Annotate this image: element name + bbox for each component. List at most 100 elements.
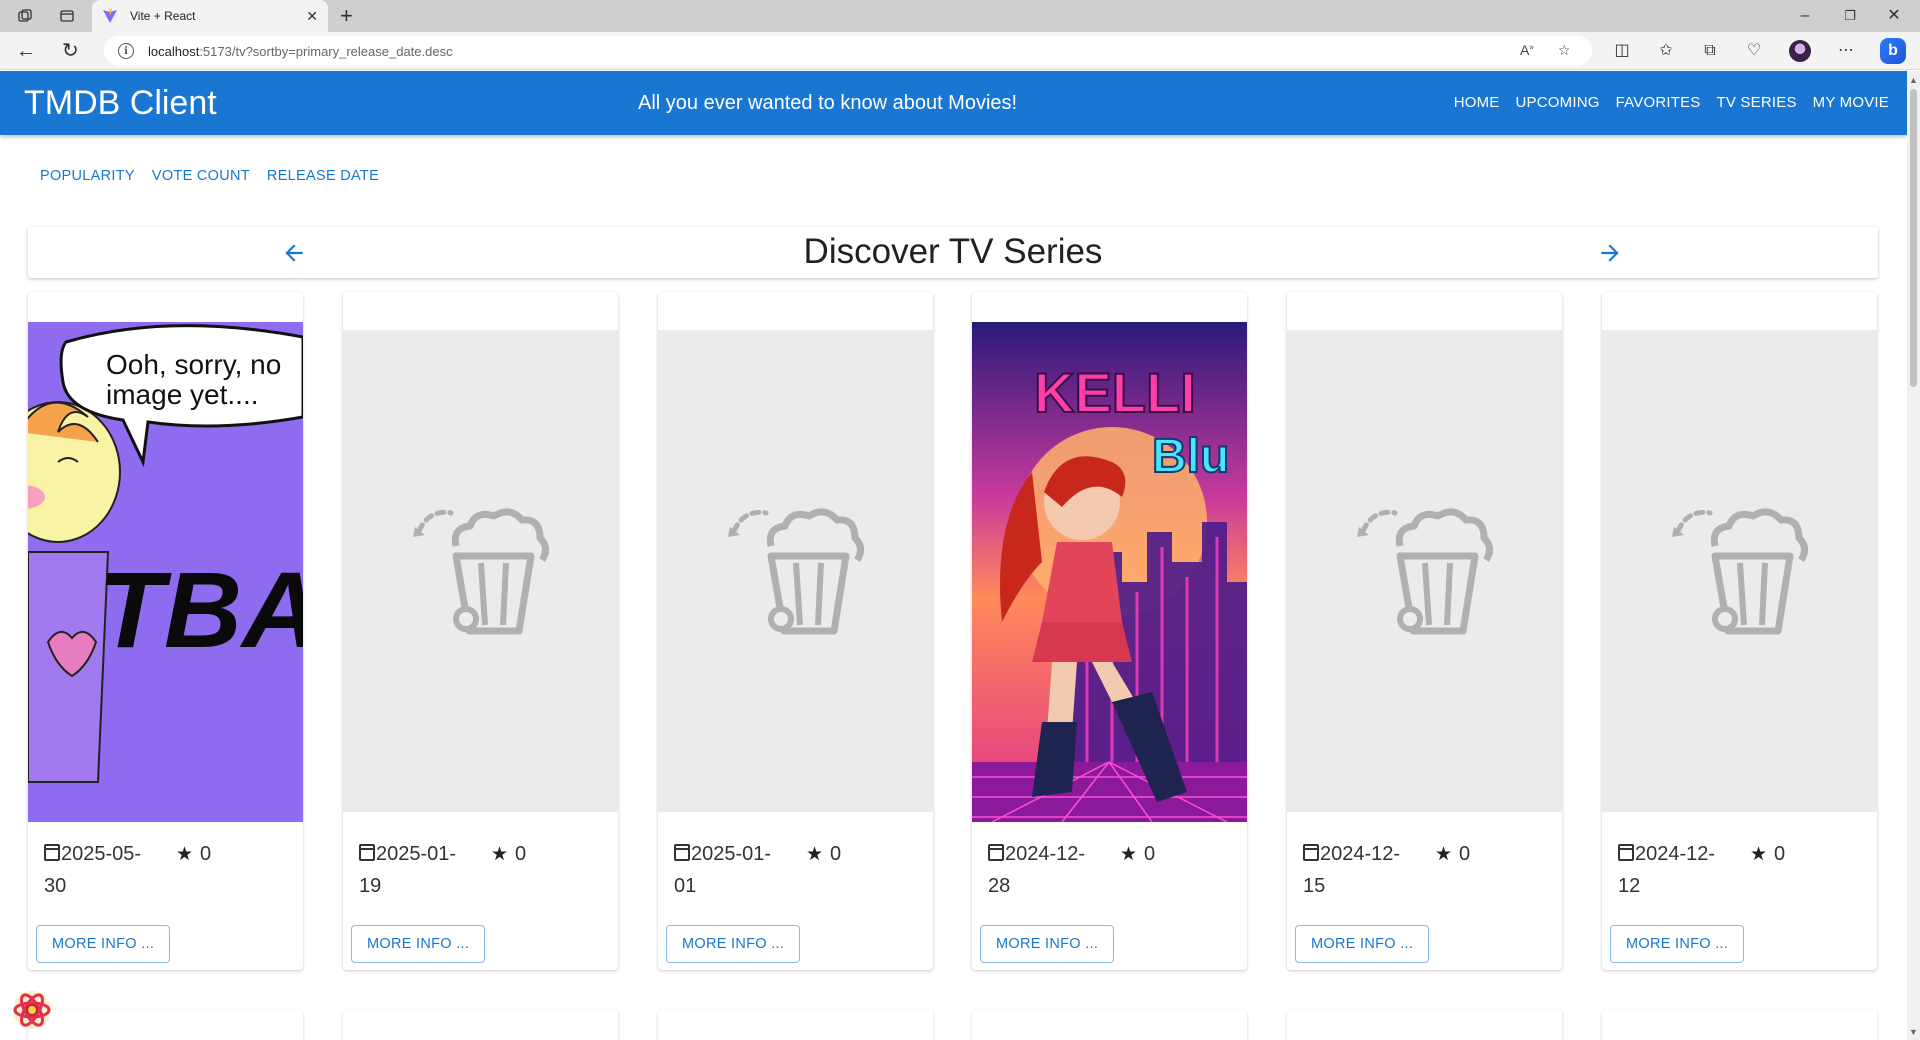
poster-title-blu: Blu (1152, 430, 1229, 483)
tv-card-partial (343, 1010, 618, 1040)
nav-my-movie[interactable]: MY MOVIE (1813, 93, 1889, 113)
forward-arrow-icon (1601, 244, 1619, 262)
collections-icon[interactable]: ⧉ (1700, 42, 1720, 60)
more-info-button[interactable]: MORE INFO ... (980, 925, 1115, 963)
page-scrollbar[interactable]: ▲ ▼ (1907, 71, 1920, 1040)
url-host: localhost (148, 43, 200, 59)
poster-tba: TBA (98, 549, 303, 670)
site-info-icon[interactable]: i (118, 43, 134, 59)
sort-options: POPULARITY VOTE COUNT RELEASE DATE (40, 167, 379, 185)
vote-rating: ★ 0 (1120, 843, 1156, 865)
poster-no-image-yet: Ooh, sorry, no image yet.... TBA (28, 322, 303, 822)
poster-kelli-blu: KELLI Blu (972, 322, 1247, 822)
calendar-icon (44, 844, 60, 861)
nav-favorites[interactable]: FAVORITES (1616, 93, 1701, 113)
reload-icon[interactable]: ↻ (62, 40, 79, 62)
tv-card: 2024-12- 12 ★ 0 MORE INFO ... (1602, 292, 1877, 970)
scroll-up-icon[interactable]: ▲ (1909, 75, 1918, 85)
vertical-tabs-icon[interactable] (58, 7, 76, 25)
app-brand: TMDB Client (24, 84, 217, 122)
popcorn-placeholder-icon (412, 508, 549, 635)
vote-rating: ★ 0 (1750, 843, 1786, 865)
browser-tab-active[interactable]: Vite + React ✕ (92, 0, 328, 32)
star-icon: ★ (1120, 844, 1138, 865)
vote-rating: ★ 0 (806, 843, 842, 865)
star-icon: ★ (1750, 844, 1768, 865)
tab-title: Vite + React (130, 9, 196, 23)
split-screen-icon[interactable]: ◫ (1612, 42, 1632, 60)
release-date: 2024-12- 15 (1303, 843, 1401, 897)
nav-upcoming[interactable]: UPCOMING (1516, 93, 1600, 113)
back-arrow-icon (285, 244, 303, 262)
more-info-button[interactable]: MORE INFO ... (351, 925, 486, 963)
tab-close-icon[interactable]: ✕ (306, 8, 318, 25)
tv-card-partial (28, 1010, 303, 1040)
release-date: 2025-01- 01 (674, 843, 772, 897)
address-bar[interactable]: i localhost:5173/tv?sortby=primary_relea… (104, 36, 1592, 66)
calendar-icon (1303, 844, 1319, 861)
tv-card: Ooh, sorry, no image yet.... TBA 2025-05… (28, 292, 303, 970)
poster-title-kelli: KELLI (1034, 361, 1196, 424)
restore-icon[interactable]: ❐ (1830, 4, 1870, 28)
close-window-icon[interactable]: ✕ (1874, 4, 1914, 28)
profile-avatar[interactable] (1789, 40, 1811, 62)
vote-rating: ★ 0 (1435, 843, 1471, 865)
favorite-star-icon[interactable]: ☆ (1558, 42, 1571, 59)
more-info-button[interactable]: MORE INFO ... (1295, 925, 1430, 963)
poster-placeholder (343, 330, 618, 812)
tv-card: 2025-01- 19 ★ 0 MORE INFO ... (343, 292, 618, 970)
release-date: 2024-12- 28 (988, 843, 1086, 897)
more-info-button[interactable]: MORE INFO ... (36, 925, 171, 963)
tv-card: 2024-12- 15 ★ 0 MORE INFO ... (1287, 292, 1562, 970)
nav-tv-series[interactable]: TV SERIES (1717, 93, 1797, 113)
poster-placeholder (658, 330, 933, 812)
next-page-button[interactable] (1594, 237, 1626, 269)
sort-release-date[interactable]: RELEASE DATE (267, 167, 379, 185)
poster-caption-line1: Ooh, sorry, no (106, 349, 281, 380)
bing-copilot-icon[interactable]: b (1880, 38, 1906, 64)
app-header: TMDB Client All you ever wanted to know … (0, 71, 1907, 135)
browser-essentials-icon[interactable]: ♡ (1744, 42, 1764, 60)
favorites-icon[interactable]: ✩ (1656, 42, 1676, 60)
app-tagline: All you ever wanted to know about Movies… (638, 92, 1018, 114)
vite-favicon-icon (103, 9, 117, 23)
star-icon: ★ (176, 844, 194, 865)
new-tab-icon[interactable]: + (340, 4, 353, 28)
tv-card: KELLI Blu 2024-12- 28 ★ 0 MORE INFO ... (972, 292, 1247, 970)
calendar-icon (1618, 844, 1634, 861)
discover-header: Discover TV Series (28, 227, 1878, 278)
more-options-icon[interactable]: ⋯ (1836, 42, 1856, 60)
tv-card: 2025-01- 01 ★ 0 MORE INFO ... (658, 292, 933, 970)
calendar-icon (359, 844, 375, 861)
sort-vote-count[interactable]: VOTE COUNT (152, 167, 250, 185)
tv-card-partial (1287, 1010, 1562, 1040)
tv-card-partial (658, 1010, 933, 1040)
scrollbar-thumb[interactable] (1910, 89, 1917, 387)
popcorn-placeholder-icon (727, 508, 864, 635)
vote-rating: ★ 0 (176, 843, 212, 865)
star-icon: ★ (806, 844, 824, 865)
calendar-icon (674, 844, 690, 861)
read-aloud-icon[interactable]: A» (1520, 42, 1534, 58)
back-icon[interactable]: ← (16, 40, 36, 62)
star-icon: ★ (1435, 844, 1453, 865)
nav-home[interactable]: HOME (1454, 93, 1500, 113)
tv-card-partial (972, 1010, 1247, 1040)
sort-popularity[interactable]: POPULARITY (40, 167, 135, 185)
calendar-icon (988, 844, 1004, 861)
workspaces-icon[interactable] (16, 7, 34, 25)
more-info-button[interactable]: MORE INFO ... (1610, 925, 1745, 963)
more-info-button[interactable]: MORE INFO ... (666, 925, 801, 963)
poster-caption-line2: image yet.... (106, 379, 259, 410)
popcorn-placeholder-icon (1356, 508, 1493, 635)
popcorn-placeholder-icon (1671, 508, 1808, 635)
vote-rating: ★ 0 (491, 843, 527, 865)
main-nav: HOME UPCOMING FAVORITES TV SERIES MY MOV… (1454, 93, 1889, 113)
poster-placeholder (1602, 330, 1877, 812)
scroll-down-icon[interactable]: ▼ (1909, 1027, 1918, 1037)
release-date: 2025-05- 30 (44, 843, 142, 897)
react-query-devtools-icon[interactable] (11, 989, 53, 1031)
previous-page-button[interactable] (278, 237, 310, 269)
minimize-icon[interactable]: – (1785, 4, 1825, 28)
browser-tabstrip: Vite + React ✕ + – ❐ ✕ (0, 0, 1920, 32)
